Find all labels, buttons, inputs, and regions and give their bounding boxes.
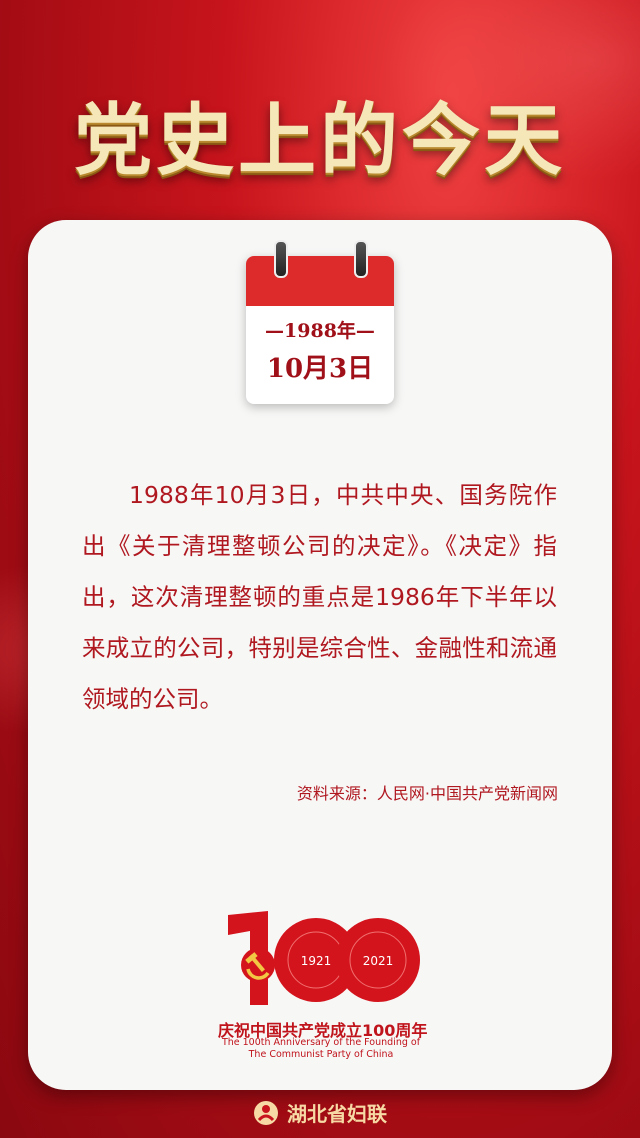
calendar-date: 10月3日 — [266, 354, 374, 384]
footer-org-name: 湖北省妇联 — [287, 1102, 387, 1126]
calendar-ring — [274, 240, 288, 278]
footer-branding: 湖北省妇联 — [0, 1098, 640, 1131]
hammer-sickle-icon — [241, 948, 275, 982]
calendar-ring — [354, 240, 368, 278]
page-title: 党史上的今天 — [73, 95, 566, 186]
calendar-icon: —1988年— 10月3日 — [246, 256, 394, 404]
women-federation-logo-icon — [253, 1100, 279, 1131]
calendar-year: —1988年— — [265, 320, 375, 342]
emblem-year-start: 1921 — [301, 954, 332, 968]
article-body: 1988年10月3日，中共中央、国务院作出《关于清理整顿公司的决定》。《决定》指… — [82, 481, 557, 713]
calendar-header — [246, 256, 394, 306]
source-credit: 资料来源：人民网·中国共产党新闻网 — [296, 784, 558, 803]
emblem-english-line1: The 100th Anniversary of the Founding of — [221, 1037, 421, 1048]
emblem-year-end: 2021 — [363, 954, 394, 968]
emblem-english-line2: The Communist Party of China — [248, 1049, 394, 1060]
centenary-emblem: 1921 2021 庆祝中国共产党成立100周年 The 100th Anniv… — [218, 905, 427, 1065]
centenary-100-logo: 1921 2021 — [228, 911, 420, 1005]
